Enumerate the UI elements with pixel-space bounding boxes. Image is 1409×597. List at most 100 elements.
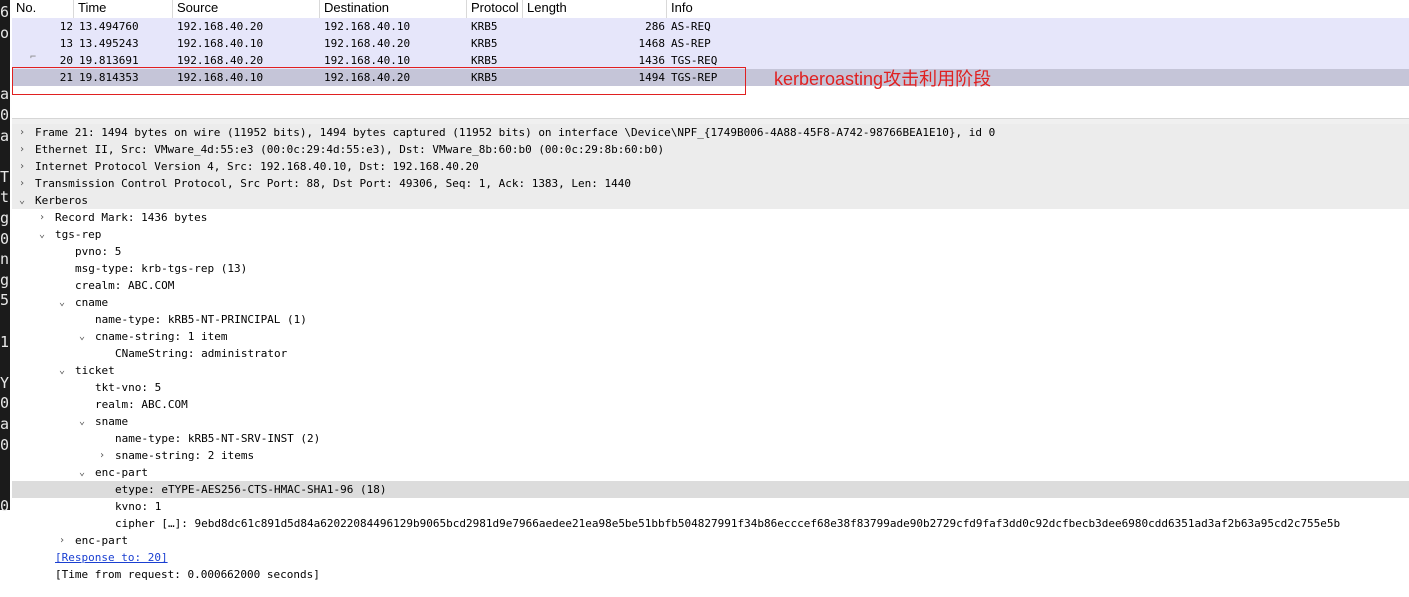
- background-text-fragment: [0, 478, 12, 494]
- packet-cell-len: 286: [645, 20, 665, 33]
- detail-tree-item[interactable]: › Ethernet II, Src: VMware_4d:55:e3 (00:0…: [12, 141, 1409, 158]
- detail-tree-item[interactable]: [Response to: 20]: [12, 549, 1409, 566]
- column-header-time[interactable]: Time: [74, 0, 173, 18]
- detail-text: Record Mark: 1436 bytes: [55, 211, 208, 224]
- related-packet-marker: ⌐: [30, 52, 37, 63]
- detail-tree-item[interactable]: ⌄ sname: [12, 413, 1409, 430]
- collapse-arrow-icon[interactable]: ⌄: [36, 226, 48, 243]
- detail-tree-item[interactable]: tkt-vno: 5: [12, 379, 1409, 396]
- detail-tree-item[interactable]: crealm: ABC.COM: [12, 277, 1409, 294]
- detail-tree-item[interactable]: › Internet Protocol Version 4, Src: 192.1…: [12, 158, 1409, 175]
- detail-tree-item[interactable]: name-type: kRB5-NT-SRV-INST (2): [12, 430, 1409, 447]
- expand-arrow-icon[interactable]: ›: [56, 532, 68, 549]
- detail-tree-item[interactable]: msg-type: krb-tgs-rep (13): [12, 260, 1409, 277]
- packet-cell-src: 192.168.40.10: [177, 37, 264, 50]
- expand-arrow-icon[interactable]: ›: [16, 175, 28, 192]
- background-text-fragment: [0, 313, 12, 329]
- detail-text: Internet Protocol Version 4, Src: 192.16…: [35, 160, 479, 173]
- background-text-fragment: [0, 66, 12, 82]
- packet-details-tree[interactable]: › Frame 21: 1494 bytes on wire (11952 bit…: [12, 124, 1409, 597]
- background-text-fragment: [0, 354, 12, 370]
- column-header-source[interactable]: Source: [173, 0, 320, 18]
- detail-tree-item[interactable]: › enc-part: [12, 532, 1409, 549]
- detail-text: enc-part: [95, 466, 148, 479]
- detail-tree-item[interactable]: › Frame 21: 1494 bytes on wire (11952 bit…: [12, 124, 1409, 141]
- detail-tree-item[interactable]: realm: ABC.COM: [12, 396, 1409, 413]
- detail-tree-item[interactable]: name-type: kRB5-NT-PRINCIPAL (1): [12, 311, 1409, 328]
- detail-tree-item[interactable]: kvno: 1: [12, 498, 1409, 515]
- collapse-arrow-icon[interactable]: ⌄: [16, 192, 28, 209]
- detail-tree-item[interactable]: › sname-string: 2 items: [12, 447, 1409, 464]
- detail-tree-item[interactable]: ⌄ tgs-rep: [12, 226, 1409, 243]
- packet-cell-len: 1468: [638, 37, 666, 50]
- detail-tree-item[interactable]: ⌄ Kerberos: [12, 192, 1409, 209]
- detail-text: kvno: 1: [115, 500, 162, 513]
- detail-tree-item[interactable]: › Record Mark: 1436 bytes: [12, 209, 1409, 226]
- detail-text: [Time from request: 0.000662000 seconds]: [55, 568, 320, 581]
- background-text-fragment: o:: [0, 24, 12, 41]
- background-text-fragment: 0: [0, 107, 10, 123]
- packet-cell-no: 21: [59, 71, 73, 84]
- detail-tree-item[interactable]: CNameString: administrator: [12, 345, 1409, 362]
- background-text-fragment: 6(: [0, 4, 12, 20]
- column-header-length[interactable]: Length: [523, 0, 667, 18]
- collapse-arrow-icon[interactable]: ⌄: [76, 328, 88, 345]
- packet-cell-info: AS-REP: [671, 37, 711, 50]
- packet-cell-src: 192.168.40.20: [177, 54, 264, 67]
- detail-tree-item[interactable]: pvno: 5: [12, 243, 1409, 260]
- column-header-destination[interactable]: Destination: [320, 0, 467, 18]
- detail-tree-item[interactable]: ⌄ cname: [12, 294, 1409, 311]
- packet-cell-info: AS-REQ: [671, 20, 711, 33]
- detail-text: CNameString: administrator: [115, 347, 288, 360]
- column-header-no[interactable]: No.: [12, 0, 74, 18]
- response-link[interactable]: [Response to: 20]: [55, 549, 168, 566]
- detail-text: sname: [95, 415, 129, 428]
- detail-tree-item[interactable]: › Transmission Control Protocol, Src Port…: [12, 175, 1409, 192]
- column-header-protocol[interactable]: Protocol: [467, 0, 523, 18]
- detail-tree-item[interactable]: ⌄ ticket: [12, 362, 1409, 379]
- background-text-fragment: 0: [0, 436, 10, 453]
- detail-text: msg-type: krb-tgs-rep (13): [75, 262, 248, 275]
- packet-list-empty-area: [12, 86, 1409, 118]
- packet-cell-len: 1436: [638, 54, 666, 67]
- detail-text: ticket: [75, 364, 115, 377]
- collapse-arrow-icon[interactable]: ⌄: [56, 294, 68, 311]
- collapse-arrow-icon[interactable]: ⌄: [76, 413, 88, 430]
- detail-tree-item[interactable]: cipher […]: 9ebd8dc61c891d5d84a620220844…: [12, 515, 1409, 532]
- packet-cell-no: 12: [59, 20, 73, 33]
- detail-text: name-type: kRB5-NT-PRINCIPAL (1): [95, 313, 307, 326]
- packet-row[interactable]: 20 19.813691 192.168.40.20 192.168.40.10 KRB…: [12, 52, 1409, 69]
- annotation-label: kerberoasting攻击利用阶段: [774, 69, 992, 89]
- packet-cell-time: 13.494760: [79, 20, 139, 33]
- detail-text: crealm: ABC.COM: [75, 279, 175, 292]
- detail-text: enc-part: [75, 534, 128, 547]
- expand-arrow-icon[interactable]: ›: [16, 158, 28, 175]
- detail-text: Transmission Control Protocol, Src Port:…: [35, 177, 632, 190]
- expand-arrow-icon[interactable]: ›: [96, 447, 108, 464]
- collapse-arrow-icon[interactable]: ⌄: [76, 464, 88, 481]
- background-text-fragment: [0, 148, 12, 164]
- detail-text: Ethernet II, Src: VMware_4d:55:e3 (00:0c…: [35, 143, 665, 156]
- detail-tree-item[interactable]: [Time from request: 0.000662000 seconds]: [12, 566, 1409, 583]
- packet-cell-dst: 192.168.40.20: [324, 37, 411, 50]
- packet-cell-proto: KRB5: [471, 71, 498, 84]
- packet-cell-proto: KRB5: [471, 20, 498, 33]
- packet-cell-time: 19.814353: [79, 71, 139, 84]
- packet-row[interactable]: 13 13.495243 192.168.40.10 192.168.40.20 KRB…: [12, 35, 1409, 52]
- collapse-arrow-icon[interactable]: ⌄: [56, 362, 68, 379]
- background-text-fragment: T: [0, 168, 10, 185]
- detail-tree-item[interactable]: etype: eTYPE-AES256-CTS-HMAC-SHA1-96 (18…: [12, 481, 1409, 498]
- background-text-fragment: n: [0, 251, 10, 268]
- expand-arrow-icon[interactable]: ›: [36, 209, 48, 226]
- packet-cell-proto: KRB5: [471, 54, 498, 67]
- detail-tree-item[interactable]: ⌄ cname-string: 1 item: [12, 328, 1409, 345]
- detail-tree-item[interactable]: ⌄ enc-part: [12, 464, 1409, 481]
- expand-arrow-icon[interactable]: ›: [16, 141, 28, 158]
- packet-row[interactable]: 21 19.814353 192.168.40.10 192.168.40.20 KRB…: [12, 69, 1409, 86]
- column-header-info[interactable]: Info: [667, 0, 1409, 18]
- expand-arrow-icon[interactable]: ›: [16, 124, 28, 141]
- background-text-fragment: 0: [0, 230, 10, 247]
- packet-row[interactable]: 12 13.494760 192.168.40.20 192.168.40.10 KRB…: [12, 18, 1409, 35]
- detail-text: etype: eTYPE-AES256-CTS-HMAC-SHA1-96 (18…: [115, 483, 387, 496]
- background-text-fragment: 1: [0, 333, 10, 350]
